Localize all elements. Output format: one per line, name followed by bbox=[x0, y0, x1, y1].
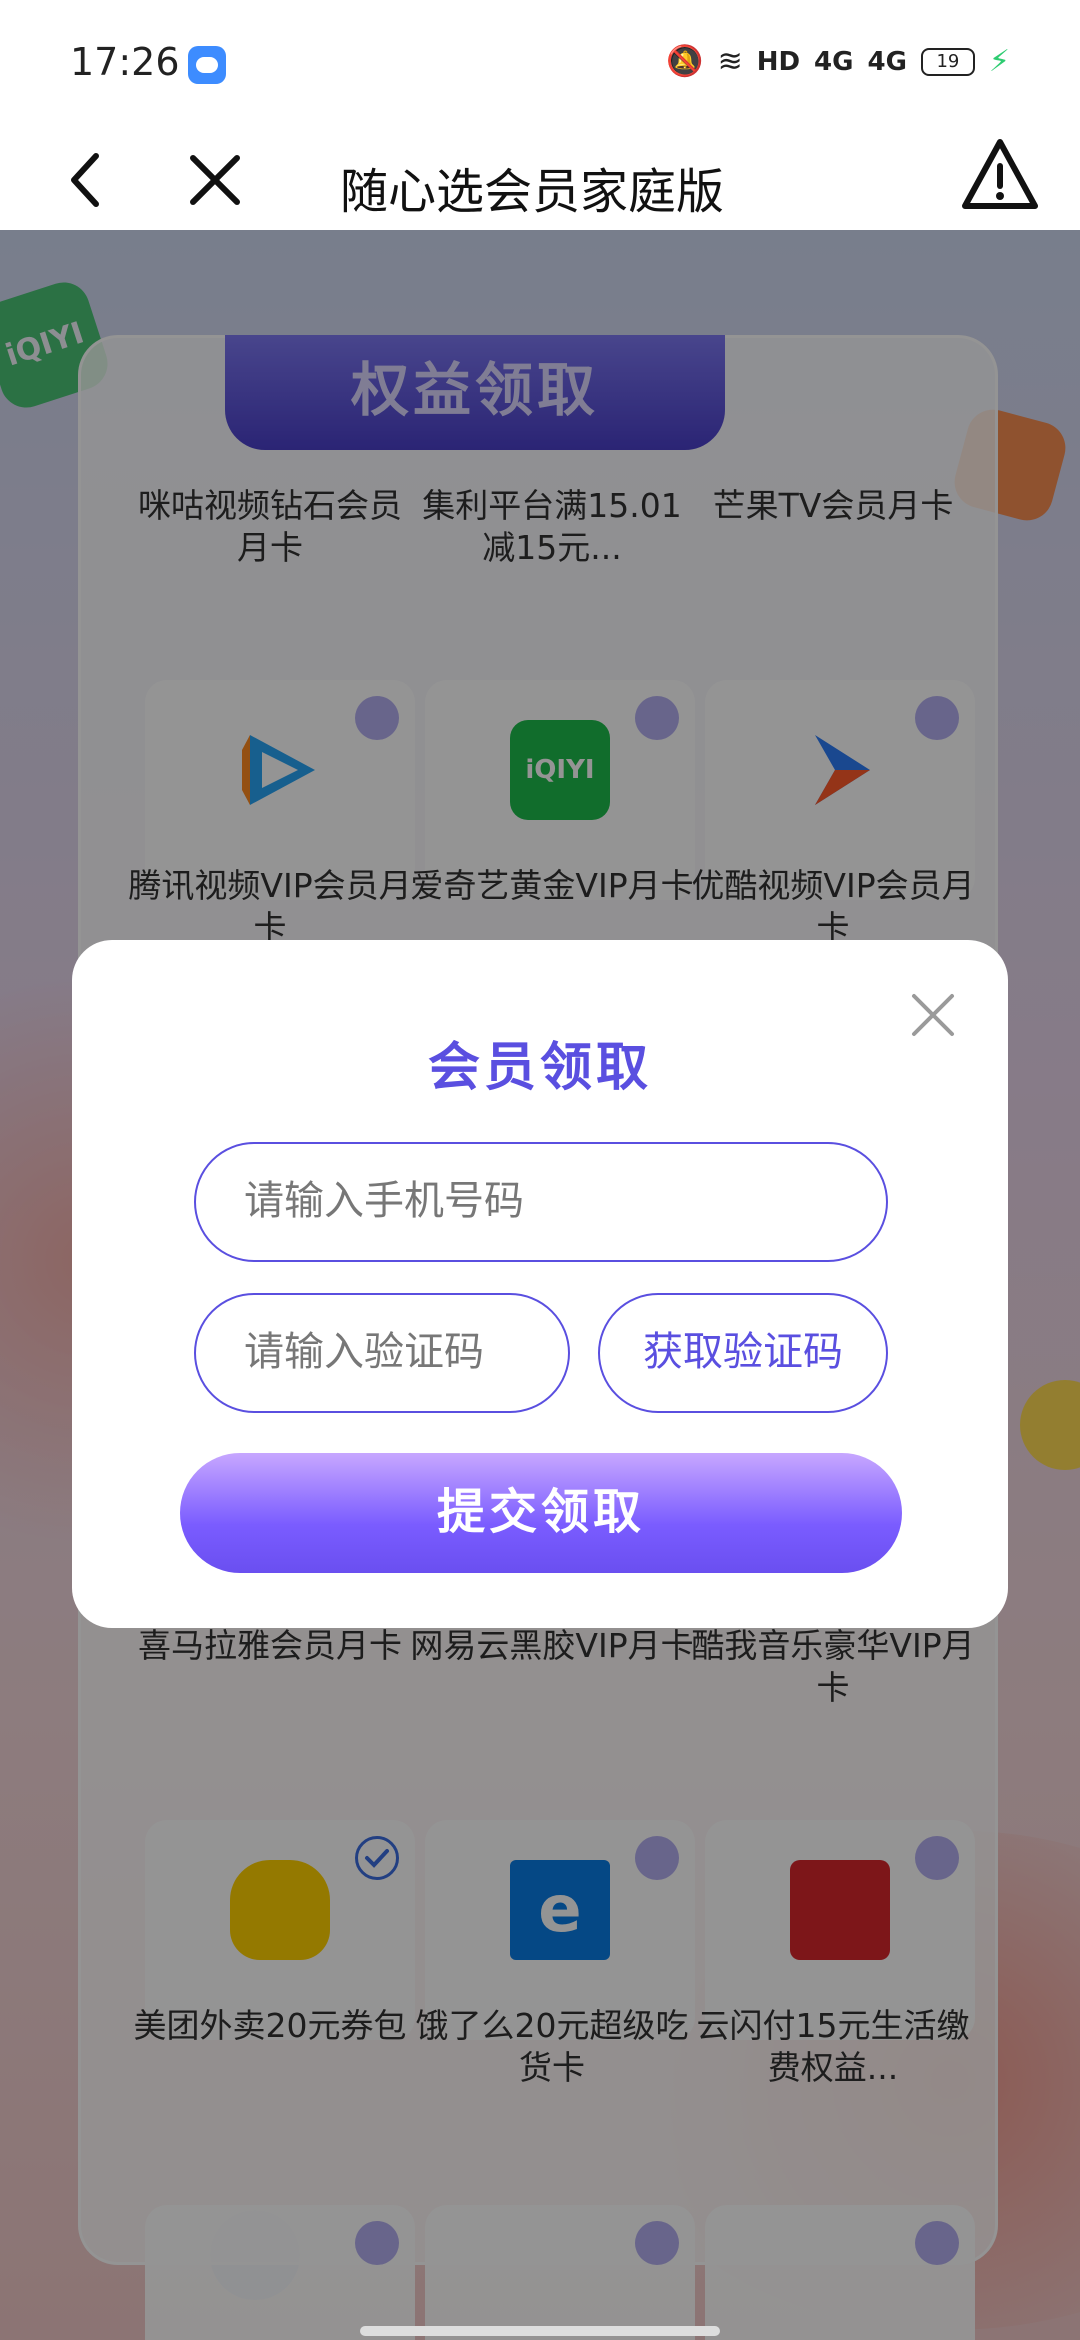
close-button[interactable] bbox=[175, 140, 255, 220]
nav-bar: 随心选会员家庭版 bbox=[0, 130, 1080, 230]
close-icon bbox=[190, 155, 240, 205]
notification-app-icon bbox=[188, 46, 226, 84]
status-time: 17:26 bbox=[70, 40, 180, 84]
report-button[interactable] bbox=[955, 130, 1045, 220]
signal-4g-icon-2: 4G bbox=[867, 46, 907, 77]
home-indicator[interactable] bbox=[360, 2326, 720, 2336]
back-button[interactable] bbox=[50, 140, 130, 220]
dialog-title: 会员领取 bbox=[427, 1038, 652, 1098]
verification-code-input[interactable]: 请输入验证码 bbox=[194, 1293, 570, 1413]
signal-4g-icon: 4G bbox=[814, 46, 854, 77]
submit-button[interactable]: 提交领取 bbox=[180, 1453, 902, 1573]
status-bar: 17:26 🔕 ≋ HD 4G 4G 19 ⚡ bbox=[0, 0, 1080, 130]
charging-icon: ⚡ bbox=[988, 44, 1010, 79]
get-code-button[interactable]: 获取验证码 bbox=[598, 1293, 888, 1413]
wifi-icon: ≋ bbox=[717, 44, 743, 79]
battery-icon: 19 bbox=[920, 47, 975, 76]
mute-icon: 🔕 bbox=[666, 44, 704, 79]
warning-icon bbox=[962, 139, 1038, 209]
claim-dialog: 会员领取 请输入手机号码 请输入验证码 获取验证码 提交领取 bbox=[72, 940, 1008, 1628]
hd-label: HD bbox=[756, 46, 801, 77]
phone-input[interactable]: 请输入手机号码 bbox=[194, 1142, 888, 1262]
chevron-left-icon bbox=[71, 153, 99, 207]
status-indicators: 🔕 ≋ HD 4G 4G 19 ⚡ bbox=[666, 44, 1010, 79]
